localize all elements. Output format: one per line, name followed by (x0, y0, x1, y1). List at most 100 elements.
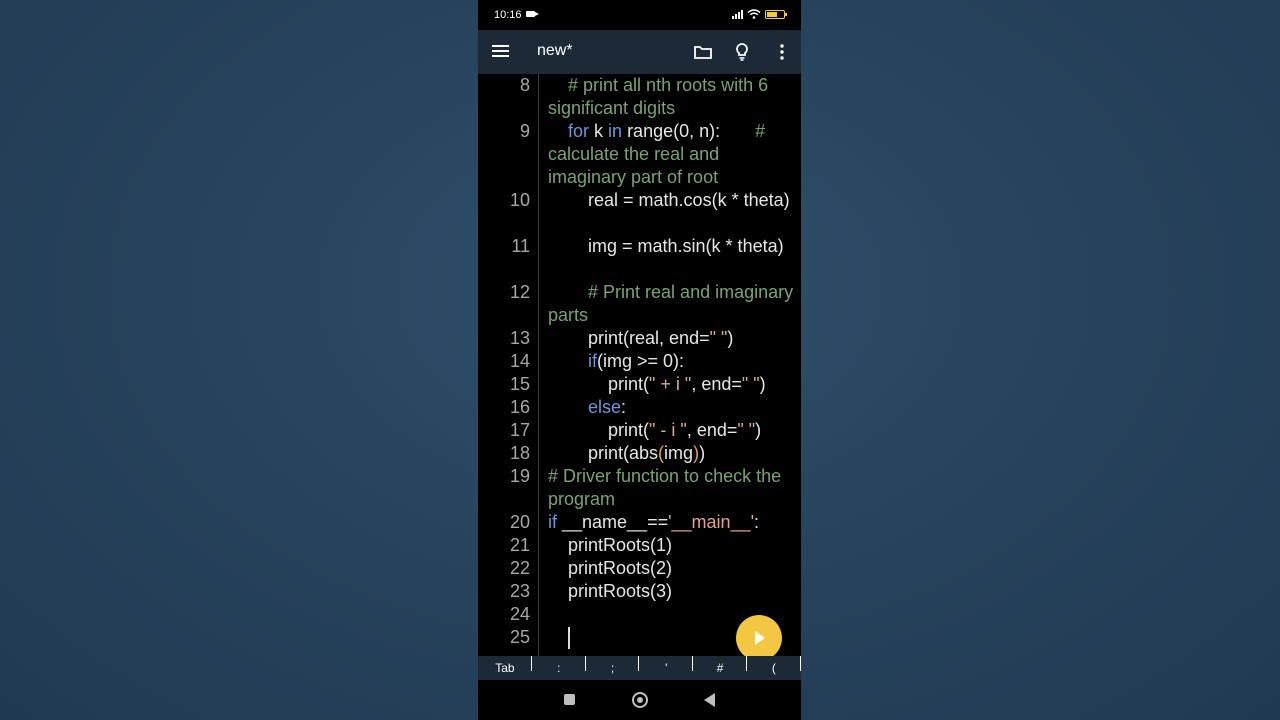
line-number: 11 (511, 236, 530, 256)
folder-icon[interactable] (691, 40, 715, 64)
code-token: real = math.cos(k * theta) (548, 190, 790, 210)
extra-key[interactable]: ; (586, 656, 640, 675)
code-token: (img >= 0): (597, 351, 685, 371)
code-token: for (568, 121, 590, 141)
extra-key[interactable]: ( (747, 656, 801, 675)
code-token: : (754, 512, 760, 532)
status-bar: 10:16 (478, 0, 801, 30)
code-token: __name__== (557, 512, 669, 532)
code-token: printRoots(1) (548, 535, 673, 555)
line-number: 20 (509, 512, 530, 532)
code-text[interactable]: real = math.cos(k * theta) (548, 189, 796, 212)
code-token: print(abs (548, 443, 659, 463)
recent-apps-icon[interactable] (564, 694, 575, 705)
code-text[interactable]: # Print real and imaginary parts (548, 281, 796, 327)
lightbulb-icon[interactable] (730, 40, 754, 64)
more-vert-icon[interactable] (770, 40, 794, 64)
code-token: print(real, end= (548, 328, 710, 348)
code-token: ) (699, 443, 706, 463)
line-number: 17 (509, 420, 530, 440)
code-text[interactable]: # print all nth roots with 6 significant… (548, 74, 796, 120)
line-number: 12 (509, 282, 530, 302)
code-token: ) (759, 374, 766, 394)
code-token: printRoots(3) (548, 581, 673, 601)
status-time: 10:16 (494, 9, 522, 21)
code-token: k (589, 121, 609, 141)
line-number: 10 (509, 190, 530, 210)
code-token: " + i " (649, 374, 692, 394)
code-token: " " (737, 420, 756, 440)
code-token: print( (548, 374, 650, 394)
text-cursor (568, 627, 571, 650)
line-number: 18 (509, 443, 530, 463)
code-text[interactable]: img = math.sin(k * theta) (548, 235, 796, 258)
code-token: " " (741, 374, 760, 394)
code-token: " - i " (649, 420, 687, 440)
line-number: 9 (519, 121, 530, 141)
code-text[interactable]: if __name__=='__main__': (548, 511, 796, 534)
battery-icon (765, 9, 787, 19)
gutter-divider (538, 74, 539, 656)
code-token: , end= (686, 420, 738, 440)
extra-key[interactable]: Tab (478, 656, 532, 675)
code-text[interactable]: print(" - i ", end=" ") (548, 419, 796, 442)
code-text[interactable]: print(real, end=" ") (548, 327, 796, 350)
extra-key[interactable]: # (693, 656, 747, 675)
code-text[interactable]: if(img >= 0): (548, 350, 796, 373)
code-token: if (588, 351, 598, 371)
line-number: 14 (509, 351, 530, 371)
code-token: '__main__' (668, 512, 755, 532)
wifi-icon (747, 9, 761, 19)
back-icon[interactable] (704, 693, 715, 707)
code-text[interactable]: print(" + i ", end=" ") (548, 373, 796, 396)
code-text[interactable]: printRoots(2) (548, 557, 796, 580)
code-text[interactable]: # Driver function to check the program (548, 465, 796, 511)
code-token: , end= (691, 374, 742, 394)
code-token: : (621, 397, 627, 417)
code-text[interactable]: for k in range(0, n): # calculate the re… (548, 120, 796, 189)
code-text[interactable]: printRoots(1) (548, 534, 796, 557)
line-number: 8 (519, 75, 530, 95)
code-token: in (608, 121, 623, 141)
code-token: # Driver function to check the program (548, 466, 787, 509)
extra-key[interactable]: ' (639, 656, 693, 675)
line-number: 25 (509, 627, 530, 647)
code-token: img (664, 443, 694, 463)
line-number: 22 (509, 558, 530, 578)
line-number: 19 (509, 466, 530, 486)
signal-icon (732, 9, 743, 19)
line-number: 21 (509, 535, 530, 555)
line-number: 23 (509, 581, 530, 601)
extra-key[interactable]: : (532, 656, 586, 675)
file-title: new* (537, 42, 573, 59)
code-token: # print all nth roots with 6 significant… (548, 75, 774, 118)
code-token: print( (548, 420, 650, 440)
line-number: 16 (509, 397, 530, 417)
code-token: ) (727, 328, 734, 348)
line-number: 15 (509, 374, 530, 394)
code-token: if (548, 512, 557, 532)
code-text[interactable]: print(abs(img)) (548, 442, 796, 465)
code-token: img = math.sin(k * theta) (548, 236, 784, 256)
code-token: ) (755, 420, 762, 440)
code-text[interactable]: printRoots(3) (548, 580, 796, 603)
line-number: 24 (509, 604, 530, 624)
code-text[interactable]: else: (548, 396, 796, 419)
home-icon[interactable] (632, 692, 648, 708)
code-token: " " (709, 328, 728, 348)
menu-icon[interactable] (492, 44, 509, 58)
app-bar: new* (478, 30, 801, 74)
navigation-bar (478, 680, 801, 720)
code-token: printRoots(2) (548, 558, 673, 578)
video-camera-icon (526, 11, 539, 17)
extra-keys-bar: Tab:; ' #( (478, 656, 801, 680)
code-token: range(0, n): (622, 121, 756, 141)
run-button[interactable] (736, 615, 782, 661)
code-editor[interactable]: 8 # print all nth roots with 6 significa… (478, 74, 801, 656)
